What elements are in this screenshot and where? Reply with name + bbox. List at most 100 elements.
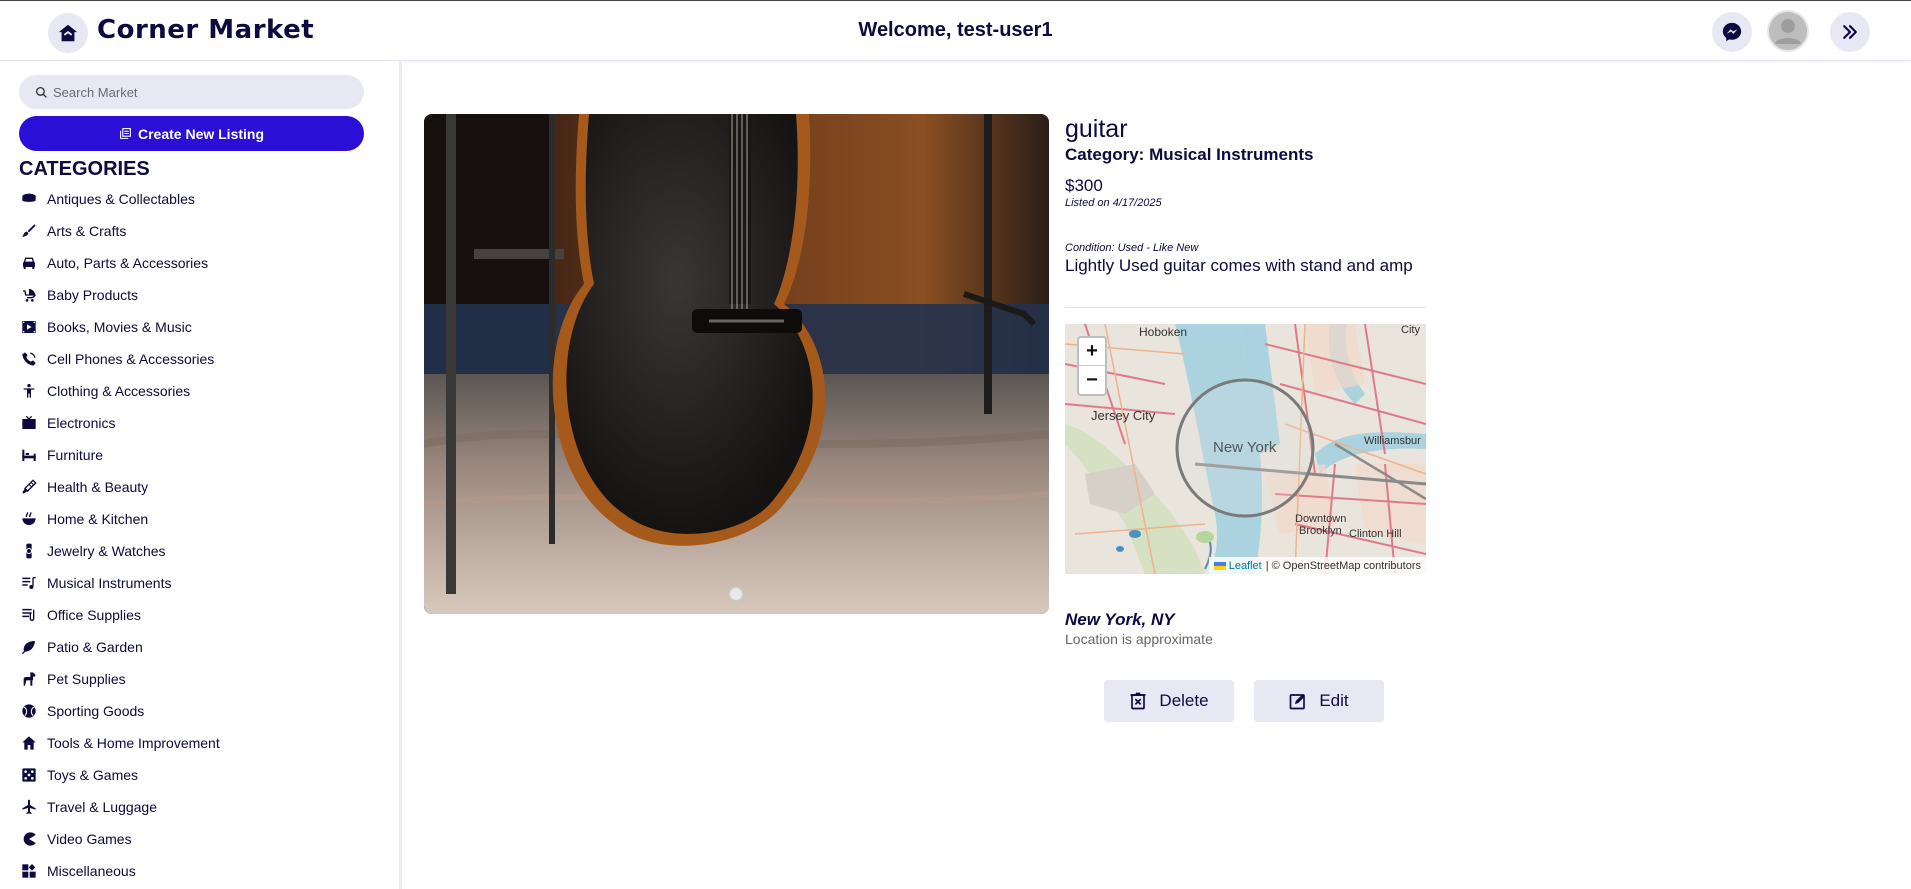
tv-icon [19, 414, 39, 432]
category-label: Antiques & Collectables [47, 191, 195, 207]
zoom-out-button[interactable]: − [1079, 366, 1105, 394]
leaflet-link[interactable]: Leaflet [1229, 560, 1262, 572]
category-item[interactable]: Furniture [19, 439, 220, 471]
category-label: Office Supplies [47, 607, 141, 623]
category-item[interactable]: Video Games [19, 823, 220, 855]
category-label: Home & Kitchen [47, 511, 149, 527]
bowl-icon [19, 510, 39, 528]
osm-attribution: | © OpenStreetMap contributors [1265, 559, 1421, 572]
category-label: Auto, Parts & Accessories [47, 255, 209, 271]
category-item[interactable]: Patio & Garden [19, 631, 220, 663]
create-listing-label: Create New Listing [137, 125, 265, 142]
category-item[interactable]: Cell Phones & Accessories [19, 343, 220, 375]
top-header: Corner Market Welcome, test-user1 [0, 0, 1911, 61]
search-icon [35, 86, 47, 98]
delete-button[interactable]: Delete [1104, 680, 1234, 722]
plane-icon [19, 798, 39, 816]
phone-icon [19, 350, 39, 368]
dice-icon [19, 766, 39, 784]
edit-label: Edit [1319, 691, 1349, 710]
listing-condition: Condition: Used - Like New [1065, 242, 1199, 254]
category-label: Sporting Goods [47, 703, 145, 719]
delete-label: Delete [1159, 691, 1209, 710]
category-label: Patio & Garden [47, 639, 143, 655]
watch-icon [19, 542, 39, 560]
house-icon [19, 734, 39, 752]
category-item[interactable]: Office Supplies [19, 599, 220, 631]
messenger-icon [1722, 22, 1742, 42]
categories-title: CATEGORIES [19, 158, 150, 180]
brush-icon [19, 222, 39, 240]
antiques-icon [19, 190, 39, 208]
category-item[interactable]: Miscellaneous [19, 855, 220, 887]
category-label: Video Games [47, 831, 132, 847]
category-item[interactable]: Health & Beauty [19, 471, 220, 503]
category-label: Cell Phones & Accessories [47, 351, 215, 367]
search-input[interactable] [53, 84, 343, 100]
category-label: Health & Beauty [47, 479, 149, 495]
category-item[interactable]: Clothing & Accessories [19, 375, 220, 407]
listing-category: Category: Musical Instruments [1065, 145, 1314, 164]
map-label: Brooklyn [1299, 525, 1342, 537]
edit-icon [1290, 694, 1306, 710]
category-item[interactable]: Tools & Home Improvement [19, 727, 220, 759]
home-icon [58, 24, 78, 42]
location-map[interactable]: Hoboken Jersey City New York Williamsbur… [1065, 324, 1426, 574]
category-item[interactable]: Musical Instruments [19, 567, 220, 599]
category-item[interactable]: Jewelry & Watches [19, 535, 220, 567]
dog-icon [19, 670, 39, 688]
listing-title: guitar [1065, 115, 1128, 143]
zoom-in-button[interactable]: + [1079, 338, 1105, 366]
map-label: New York [1213, 439, 1277, 456]
category-label: Jewelry & Watches [47, 543, 166, 559]
category-label: Baby Products [47, 287, 139, 303]
category-label: Clothing & Accessories [47, 383, 191, 399]
map-zoom-control: + − [1077, 336, 1107, 396]
app-logo-text[interactable]: Corner Market [97, 13, 314, 47]
category-label: Travel & Luggage [47, 799, 157, 815]
category-item[interactable]: Home & Kitchen [19, 503, 220, 535]
paperclip-icon [19, 606, 39, 624]
listing-photo[interactable] [424, 114, 1049, 614]
category-item[interactable]: Sporting Goods [19, 695, 220, 727]
listing-description: Lightly Used guitar comes with stand and… [1065, 256, 1413, 275]
category-label: Tools & Home Improvement [47, 735, 220, 751]
ukraine-flag-icon [1213, 561, 1226, 570]
film-icon [19, 318, 39, 336]
double-chevron-right-icon [1843, 25, 1857, 39]
leaf-icon [19, 638, 39, 656]
map-label: City [1401, 324, 1420, 336]
category-item[interactable]: Auto, Parts & Accessories [19, 247, 220, 279]
create-listing-button[interactable]: Create New Listing [19, 116, 364, 151]
messenger-button[interactable] [1712, 12, 1752, 52]
expand-button[interactable] [1830, 12, 1870, 52]
edit-button[interactable]: Edit [1254, 680, 1384, 722]
category-label: Furniture [47, 447, 104, 463]
category-item[interactable]: Pet Supplies [19, 663, 220, 695]
category-item[interactable]: Electronics [19, 407, 220, 439]
category-item[interactable]: Books, Movies & Music [19, 311, 220, 343]
music-list-icon [19, 574, 39, 592]
category-item[interactable]: Arts & Crafts [19, 215, 220, 247]
category-item[interactable]: Travel & Luggage [19, 791, 220, 823]
category-item[interactable]: Baby Products [19, 279, 220, 311]
user-avatar-icon [1769, 12, 1807, 50]
delete-icon [1130, 692, 1146, 710]
listing-price: $300 [1065, 176, 1103, 195]
category-label: Electronics [47, 415, 116, 431]
avatar[interactable] [1767, 10, 1809, 52]
category-label: Toys & Games [47, 767, 139, 783]
divider [1065, 307, 1426, 308]
map-label: Downtown [1295, 513, 1346, 525]
category-item[interactable]: Antiques & Collectables [19, 183, 220, 215]
category-item[interactable]: Toys & Games [19, 759, 220, 791]
search-bar[interactable] [19, 75, 364, 109]
listing-icon [120, 128, 131, 139]
home-button[interactable] [48, 13, 88, 53]
carousel-dot[interactable] [729, 587, 743, 601]
map-label: Hoboken [1139, 325, 1187, 339]
pacman-icon [19, 830, 39, 848]
ball-icon [19, 702, 39, 720]
category-label: Pet Supplies [47, 671, 126, 687]
map-label: Jersey City [1091, 408, 1156, 423]
